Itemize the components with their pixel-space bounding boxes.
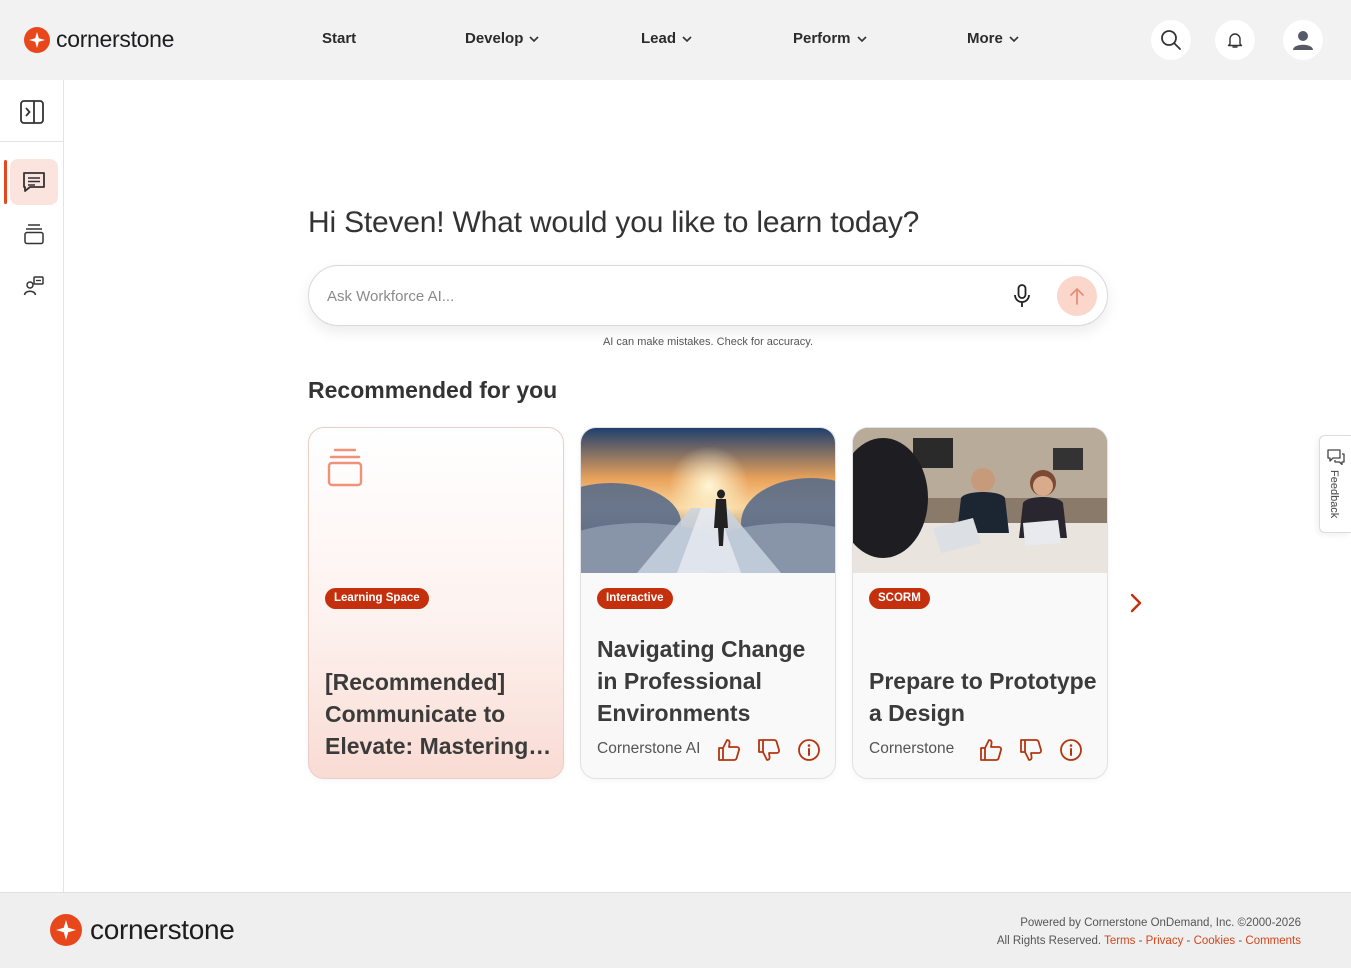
- footer-separator: -: [1238, 935, 1243, 947]
- card-provider: Cornerstone: [869, 740, 955, 757]
- cornerstone-logo-mark-icon: [50, 914, 82, 946]
- logo-wordmark: cornerstone: [56, 26, 175, 52]
- nav-start-label: Start: [322, 30, 357, 47]
- carousel-next-button[interactable]: [1124, 590, 1148, 616]
- recommendation-card-scorm[interactable]: SCORM Prepare to Prototype a Design Corn…: [852, 427, 1108, 779]
- page-footer: cornerstone Powered by Cornerstone OnDem…: [0, 892, 1351, 968]
- card-actions: [979, 738, 1083, 762]
- info-icon: [1060, 739, 1082, 761]
- nav-lead-label: Lead: [641, 30, 677, 47]
- nav-develop-label: Develop: [465, 30, 524, 47]
- learning-space-icon: [327, 448, 363, 493]
- user-icon: [1293, 31, 1313, 50]
- nav-lead[interactable]: Lead: [641, 30, 692, 47]
- nav-start[interactable]: Start: [322, 30, 356, 47]
- thumbs-up-button[interactable]: [979, 738, 1003, 762]
- cornerstone-logo-mark-icon: [24, 26, 50, 53]
- card-thumbnail-image: [853, 428, 1107, 573]
- info-button[interactable]: [1059, 738, 1083, 762]
- voice-input-button[interactable]: [1009, 283, 1035, 309]
- panel-expand-icon: [20, 100, 44, 124]
- thumbs-up-icon: [980, 739, 1003, 761]
- card-title: Prepare to Prototype a Design: [869, 668, 1097, 726]
- nav-more-label: More: [967, 30, 1003, 47]
- feedback-tab[interactable]: Feedback: [1319, 435, 1351, 533]
- info-icon: [798, 739, 820, 761]
- ask-workforce-ai-box: [308, 265, 1108, 326]
- chevron-down-icon: [529, 36, 539, 42]
- greeting-heading: Hi Steven! What would you like to learn …: [308, 206, 920, 239]
- footer-link-cookies[interactable]: Cookies: [1194, 935, 1236, 947]
- notifications-button[interactable]: [1215, 20, 1255, 60]
- ask-ai-input[interactable]: [327, 284, 987, 308]
- footer-link-comments[interactable]: Comments: [1245, 935, 1301, 947]
- thumbs-down-button[interactable]: [757, 738, 781, 762]
- recommended-heading: Recommended for you: [308, 377, 558, 403]
- cornerstone-logo[interactable]: cornerstone: [24, 26, 174, 53]
- chat-icon: [23, 172, 45, 192]
- info-button[interactable]: [797, 738, 821, 762]
- user-profile-button[interactable]: [1283, 20, 1323, 60]
- footer-separator: -: [1138, 935, 1143, 947]
- sidebar-active-indicator: [4, 160, 7, 204]
- footer-logo: cornerstone: [50, 914, 235, 946]
- chevron-down-icon: [682, 36, 692, 42]
- sidebar-toggle-button[interactable]: [19, 99, 45, 125]
- thumbs-up-button[interactable]: [717, 738, 741, 762]
- nav-perform[interactable]: Perform: [793, 30, 867, 47]
- sidebar-item-learning-spaces[interactable]: [10, 211, 58, 257]
- chevron-down-icon: [856, 36, 867, 42]
- microphone-icon: [1014, 284, 1030, 307]
- card-badge: Interactive: [597, 588, 673, 609]
- footer-rights: All Rights Reserved.: [996, 935, 1102, 947]
- feedback-icon: [1327, 449, 1345, 466]
- search-button[interactable]: [1151, 20, 1191, 60]
- people-icon: [23, 276, 44, 296]
- sidebar-item-team[interactable]: [10, 263, 58, 309]
- thumbs-down-button[interactable]: [1019, 738, 1043, 762]
- thumbs-up-icon: [718, 739, 741, 761]
- nav-perform-label: Perform: [793, 30, 851, 47]
- left-sidebar: [0, 80, 64, 892]
- bell-icon: [1227, 33, 1243, 48]
- footer-links-row: All Rights Reserved. Terms - Privacy - C…: [997, 932, 1301, 950]
- footer-link-privacy[interactable]: Privacy: [1146, 935, 1184, 947]
- sidebar-divider: [0, 141, 63, 142]
- sidebar-item-ai-chat[interactable]: [10, 159, 58, 205]
- card-badge: Learning Space: [325, 588, 429, 609]
- footer-powered-by: Powered by Cornerstone OnDemand, Inc. ©2…: [1020, 917, 1301, 929]
- top-navigation-bar: cornerstone Start Develop Lead Perform M…: [0, 0, 1351, 80]
- card-provider: Cornerstone AI: [597, 740, 701, 757]
- chevron-down-icon: [1009, 36, 1019, 42]
- card-title: [Recommended] Communicate to Elevate: Ma…: [325, 669, 552, 759]
- card-actions: [717, 738, 821, 762]
- card-title: Navigating Change in Professional Enviro…: [597, 636, 806, 726]
- recommendation-card-interactive[interactable]: Interactive Navigating Change in Profess…: [580, 427, 836, 779]
- card-badge: SCORM: [869, 588, 930, 609]
- send-button[interactable]: [1057, 276, 1097, 316]
- chevron-right-icon: [1130, 593, 1142, 613]
- arrow-up-icon: [1070, 288, 1084, 305]
- footer-link-terms[interactable]: Terms: [1104, 935, 1135, 947]
- nav-develop[interactable]: Develop: [465, 30, 539, 47]
- footer-separator: -: [1186, 935, 1191, 947]
- recommendation-card-learning-space[interactable]: Learning Space [Recommended] Communicate…: [308, 427, 564, 779]
- thumbs-down-icon: [758, 739, 781, 761]
- nav-more[interactable]: More: [967, 30, 1019, 47]
- search-icon: [1161, 30, 1181, 50]
- stack-icon: [24, 224, 44, 245]
- card-thumbnail-image: [581, 428, 835, 573]
- footer-logo-wordmark: cornerstone: [90, 914, 235, 945]
- thumbs-down-icon: [1020, 739, 1043, 761]
- ai-disclaimer: AI can make mistakes. Check for accuracy…: [602, 336, 814, 348]
- footer-legal: Powered by Cornerstone OnDemand, Inc. ©2…: [997, 914, 1301, 950]
- feedback-label: Feedback: [1328, 470, 1340, 519]
